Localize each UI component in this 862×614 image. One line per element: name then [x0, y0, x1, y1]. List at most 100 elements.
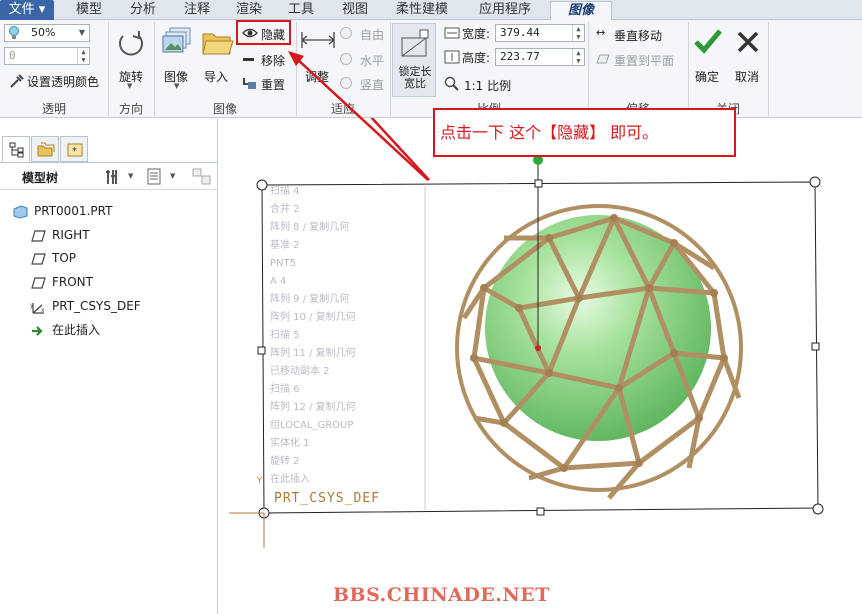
width-value: 379.44: [500, 26, 540, 39]
filter-icon[interactable]: [192, 168, 212, 186]
chevron-down-icon: ▼: [127, 82, 133, 90]
edge-handle[interactable]: [257, 346, 266, 355]
tree-item-label: PRT0001.PRT: [34, 204, 113, 218]
corner-handle[interactable]: [809, 176, 821, 188]
ghost-item: 在此插入: [270, 474, 310, 485]
radio-vertical[interactable]: 竖直: [340, 74, 388, 92]
spin-arrows-icon[interactable]: ▲ ▼: [77, 48, 89, 64]
instruction-callout: 点击一下 这个【隐藏】 即可。: [433, 108, 736, 157]
ok-label: 确定: [695, 70, 720, 84]
ghost-item: 阵列 12 / 复制几何: [270, 402, 356, 413]
cancel-button[interactable]: 取消: [730, 26, 766, 86]
set-transparent-color-label: 设置透明颜色: [27, 75, 100, 89]
tab-applications[interactable]: 应用程序: [466, 1, 544, 20]
transparency-input-value: 0: [9, 49, 16, 62]
chevron-down-icon[interactable]: ▼: [170, 172, 175, 180]
ribbon: 50% ▼ 0 ▲ ▼ 设置透明颜色 透明 旋转 ▼ 方向 图像 ▼ 导入 隐藏…: [0, 20, 862, 118]
reset-label: 重置: [261, 78, 286, 92]
ghost-item: 旋转 2: [270, 456, 300, 467]
ghost-item: 基准 2: [270, 240, 300, 251]
tree-item-part[interactable]: PRT0001.PRT: [12, 201, 112, 221]
transparency-combo[interactable]: 50% ▼: [4, 24, 90, 42]
radio-horizontal[interactable]: 水平: [340, 50, 388, 68]
reset-to-plane-label: 重置到平面: [614, 54, 675, 68]
ghost-item: 扫描 5: [270, 330, 300, 341]
remove-button[interactable]: 移除: [240, 50, 290, 68]
spin-arrows-icon[interactable]: ▲ ▼: [572, 49, 584, 65]
ribbon-tab-bar: 文件 ▾ 模型 分析 注释 渲染 工具 视图 柔性建模 应用程序 图像: [0, 0, 862, 20]
height-icon: [444, 50, 460, 64]
magnifier-icon: [444, 76, 459, 91]
group-label-image: 图像: [212, 102, 237, 116]
tree-structure-icon: [9, 142, 24, 158]
tab-tools[interactable]: 工具: [276, 1, 326, 20]
tab-favorites[interactable]: *: [60, 136, 88, 162]
reset-button[interactable]: 重置: [240, 74, 290, 92]
annotation-arrow: [370, 118, 430, 181]
group-label-fit: 适应: [330, 102, 355, 116]
tab-model-tree[interactable]: [2, 136, 30, 162]
ghost-item: 扫描 4: [270, 186, 300, 197]
rotate-button[interactable]: 旋转 ▼: [113, 26, 149, 96]
image-button[interactable]: 图像 ▼: [160, 26, 196, 96]
tree-item-csys[interactable]: y x PRT_CSYS_DEF: [30, 296, 141, 316]
tree-item-top[interactable]: TOP: [30, 248, 76, 268]
tab-flexible-modeling[interactable]: 柔性建模: [384, 1, 460, 20]
tab-file[interactable]: 文件 ▾: [0, 0, 54, 20]
one-to-one-scale-button[interactable]: 1:1 比例: [444, 74, 524, 94]
move-arrows-icon: ↔: [596, 26, 606, 39]
lock-aspect-ratio-button[interactable]: 锁定长宽比: [392, 23, 436, 97]
ghost-item: 合并 2: [270, 204, 300, 215]
tab-image[interactable]: 图像: [550, 1, 612, 20]
svg-text:x: x: [41, 307, 45, 314]
model-tree-panel: * 模型树 ▼ ▼ PRT0001.PRT RIGHT TOP FRONT y …: [0, 118, 218, 614]
folders-icon: [37, 142, 55, 157]
group-label-orientation: 方向: [118, 102, 143, 116]
ghost-item: 已移动副本 2: [270, 366, 330, 377]
tree-item-label: PRT_CSYS_DEF: [52, 299, 141, 313]
edge-handle[interactable]: [536, 507, 545, 516]
chevron-down-icon[interactable]: ▼: [128, 172, 133, 180]
ok-button[interactable]: 确定: [690, 26, 726, 86]
tab-render[interactable]: 渲染: [224, 1, 274, 20]
tree-item-label: 在此插入: [52, 323, 101, 337]
radio-free[interactable]: 自由: [340, 24, 388, 42]
vertical-move-button[interactable]: ↔ 垂直移动: [596, 25, 686, 43]
csys-axes: [229, 512, 265, 548]
show-options-icon[interactable]: [146, 168, 162, 186]
adjust-button[interactable]: 调整: [300, 26, 336, 86]
tree-item-front[interactable]: FRONT: [30, 272, 93, 292]
reset-to-plane-button[interactable]: 重置到平面: [596, 50, 686, 68]
csys-label: PRT_CSYS_DEF: [274, 491, 380, 506]
corner-handle[interactable]: [812, 503, 824, 515]
model-tree-title: 模型树: [22, 171, 59, 185]
free-label: 自由: [360, 28, 385, 42]
tree-item-right[interactable]: RIGHT: [30, 225, 90, 245]
corner-handle[interactable]: [256, 179, 268, 191]
set-transparent-color-button[interactable]: 设置透明颜色: [6, 71, 106, 91]
tree-item-insert-here[interactable]: 在此插入: [30, 320, 100, 340]
settings-tools-icon[interactable]: [104, 168, 122, 186]
transparency-input[interactable]: 0 ▲ ▼: [4, 47, 90, 65]
tab-annotate[interactable]: 注释: [172, 1, 222, 20]
fit-width-icon: [301, 32, 335, 48]
tab-view[interactable]: 视图: [330, 1, 380, 20]
width-input[interactable]: 379.44 ▲ ▼: [495, 24, 585, 42]
vertical-label: 竖直: [360, 78, 385, 92]
tree-item-label: FRONT: [52, 275, 93, 289]
ghost-item: 扫描 6: [270, 384, 300, 395]
lightbulb-icon: [9, 26, 19, 39]
remove-label: 移除: [261, 54, 286, 68]
radio-circle: [340, 27, 352, 39]
import-button[interactable]: 导入: [200, 26, 236, 86]
height-input[interactable]: 223.77 ▲ ▼: [495, 48, 585, 66]
radio-circle: [340, 77, 352, 89]
tab-model[interactable]: 模型: [64, 1, 114, 20]
tab-folder-browser[interactable]: [31, 136, 59, 162]
datum-plane-icon: [31, 252, 46, 265]
spin-arrows-icon[interactable]: ▲ ▼: [572, 25, 584, 41]
edge-handle[interactable]: [534, 179, 543, 188]
folder-open-icon: [202, 33, 234, 55]
tab-analysis[interactable]: 分析: [118, 1, 168, 20]
edge-handle[interactable]: [811, 342, 820, 351]
